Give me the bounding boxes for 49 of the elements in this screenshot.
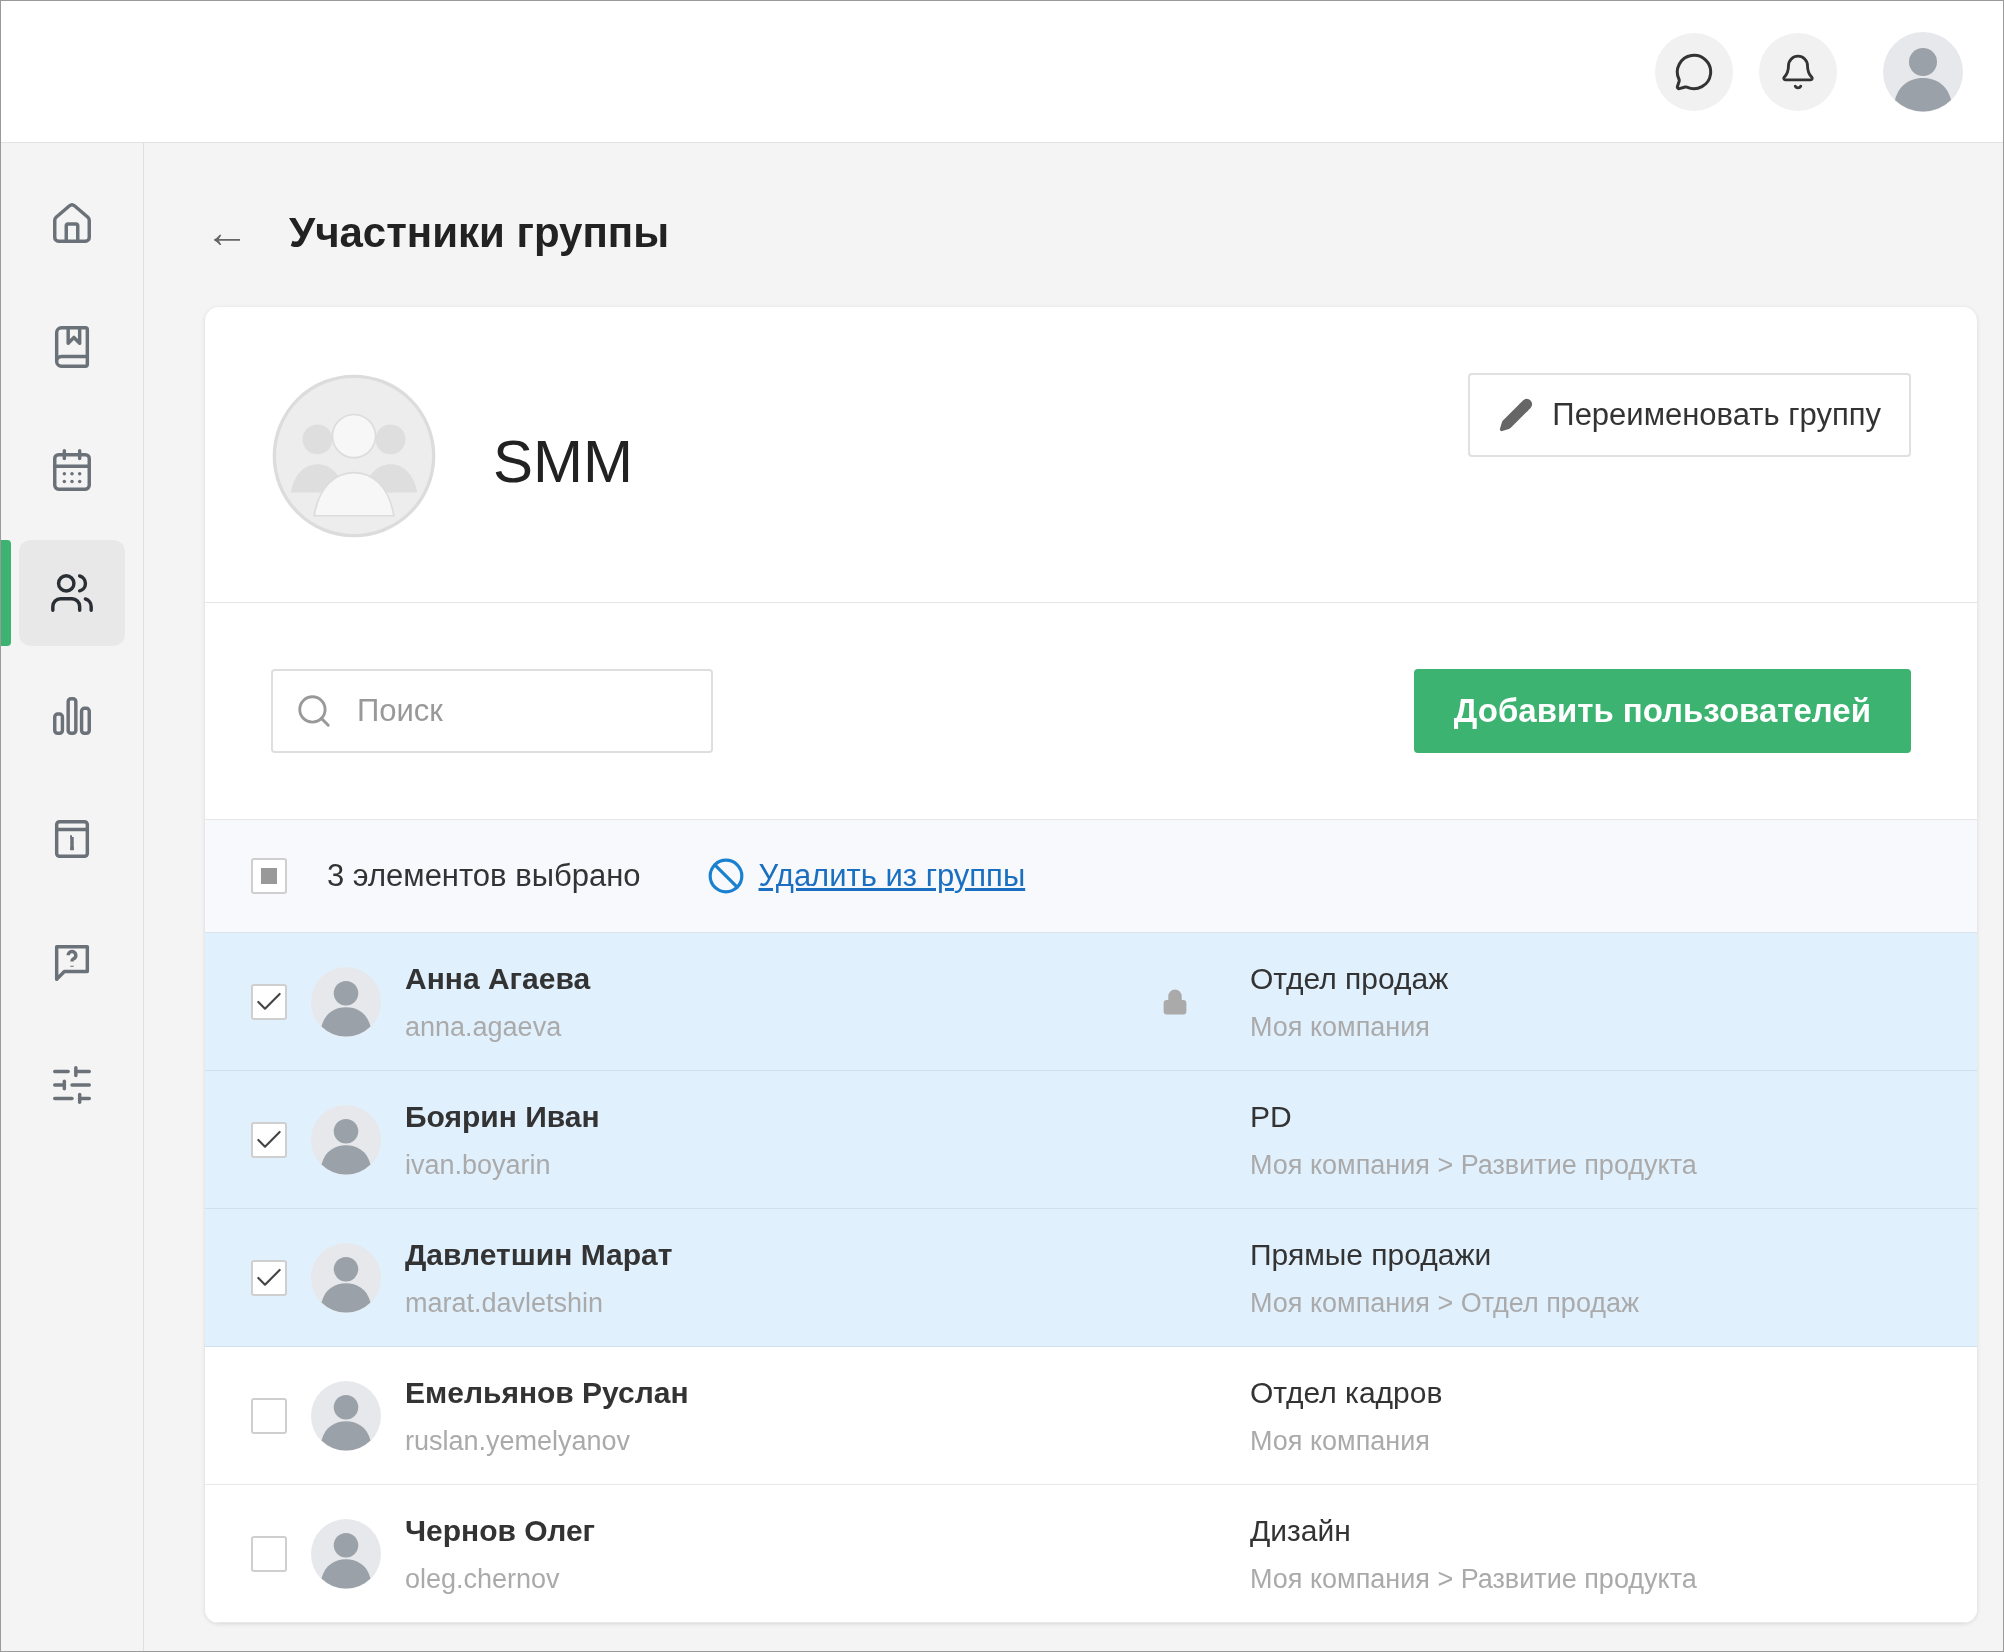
- search-field[interactable]: Поиск: [271, 668, 713, 753]
- department-name: PD: [1250, 1098, 1293, 1135]
- select-all-checkbox[interactable]: [251, 857, 287, 894]
- member-name: Анна Агаева: [405, 960, 592, 997]
- department-path: Моя компания > Развитие продукта: [1250, 1562, 1697, 1596]
- member-login: oleg.chernov: [405, 1562, 561, 1596]
- member-row[interactable]: Емельянов Руслан ruslan.yemelyanov Отдел кадров Моя компания: [205, 1347, 1977, 1485]
- back-button[interactable]: ←: [205, 210, 249, 254]
- row-checkbox[interactable]: [251, 1535, 287, 1572]
- member-row[interactable]: Анна Агаева anna.agaeva Отдел продаж Моя компания: [205, 933, 1977, 1071]
- remove-icon: [706, 856, 745, 895]
- row-checkbox[interactable]: [251, 1397, 287, 1434]
- pencil-icon: [1498, 397, 1535, 433]
- department-name: Отдел продаж: [1250, 960, 1449, 997]
- department-name: Дизайн: [1250, 1512, 1352, 1549]
- bell-icon: [1779, 52, 1817, 91]
- member-name: Емельянов Руслан: [405, 1374, 690, 1411]
- member-avatar: [311, 1518, 381, 1589]
- chat-icon: [1674, 51, 1714, 92]
- selected-count: 3 элементов выбрано: [327, 856, 641, 895]
- department-path: Моя компания: [1250, 1424, 1431, 1458]
- member-name: Давлетшин Марат: [405, 1236, 674, 1273]
- remove-from-group-link[interactable]: Удалить из группы: [758, 852, 1026, 900]
- member-name: Боярин Иван: [405, 1098, 601, 1135]
- sidebar-item[interactable]: [19, 540, 125, 646]
- rename-button[interactable]: Переименовать группу: [1468, 373, 1911, 457]
- member-name: Чернов Олег: [405, 1512, 597, 1549]
- department-path: Моя компания: [1250, 1010, 1431, 1044]
- department-name: Прямые продажи: [1250, 1236, 1493, 1273]
- group-avatar-icon: [271, 373, 437, 539]
- member-avatar: [311, 966, 381, 1037]
- member-avatar: [311, 1104, 381, 1175]
- member-row[interactable]: Давлетшин Марат marat.davletshin Прямые продажи Моя компания > Отдел продаж: [205, 1209, 1977, 1347]
- member-login: anna.agaeva: [405, 1010, 563, 1044]
- member-avatar: [311, 1380, 381, 1451]
- row-checkbox[interactable]: [251, 1259, 287, 1296]
- member-login: ruslan.yemelyanov: [405, 1424, 632, 1458]
- member-row[interactable]: Боярин Иван ivan.boyarin PD Моя компания > Развитие продукта: [205, 1071, 1977, 1209]
- member-row[interactable]: Чернов Олег oleg.chernov Дизайн Моя компания > Развитие продукта: [205, 1485, 1977, 1623]
- group-name: SMM: [493, 427, 633, 497]
- member-login: marat.davletshin: [405, 1286, 605, 1320]
- department-name: Отдел кадров: [1250, 1374, 1443, 1411]
- department-path: Моя компания > Отдел продаж: [1250, 1286, 1640, 1320]
- page-title: Участники группы: [289, 207, 670, 258]
- row-checkbox[interactable]: [251, 1121, 287, 1158]
- member-avatar: [311, 1242, 381, 1313]
- member-login: ivan.boyarin: [405, 1148, 552, 1182]
- row-checkbox[interactable]: [251, 983, 287, 1020]
- department-path: Моя компания > Развитие продукта: [1250, 1148, 1697, 1182]
